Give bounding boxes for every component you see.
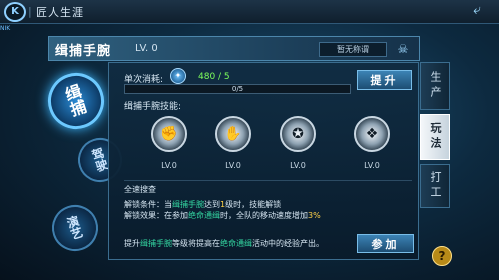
upgrade-hint: 提升缉捕手腕等级将提高在绝命通缉活动中的经验产出。: [124, 239, 324, 248]
help-button[interactable]: ?: [432, 246, 452, 266]
tab-production[interactable]: 生产: [420, 62, 450, 110]
tab-work[interactable]: 打工: [420, 164, 450, 208]
skill-level: LV. 0: [135, 43, 158, 54]
skill-slot-level: LV.0: [225, 161, 241, 170]
corner-tag: NIK: [0, 25, 11, 32]
page-title: 匠人生涯: [36, 6, 84, 19]
section-divider: [124, 180, 412, 181]
skill-name: 缉捕手腕: [55, 44, 112, 59]
fist-skill-icon: ✊: [151, 116, 187, 152]
skill-slot-level: LV.0: [161, 161, 177, 170]
hand-skill-icon: ✋: [215, 116, 251, 152]
gem-icon: ✦: [170, 68, 186, 84]
badge-skill-icon: ✪: [280, 116, 316, 152]
skill-detail-title: 全速搜查: [124, 185, 156, 194]
nav-item-perform[interactable]: 演艺: [46, 199, 104, 257]
title-separator: |: [28, 5, 32, 18]
skill-slot[interactable]: ❖ LV.0: [354, 116, 390, 176]
upgrade-button[interactable]: 提升: [357, 70, 412, 90]
nav-item-label: 演艺: [65, 213, 85, 243]
skill-slot[interactable]: ✪ LV.0: [280, 116, 316, 176]
progress-bar: 0/5: [124, 84, 351, 94]
question-icon: ?: [438, 249, 446, 263]
skills-label: 缉捕手腕技能:: [124, 102, 182, 112]
shield-skill-icon: ❖: [354, 116, 390, 152]
skill-slot-level: LV.0: [290, 161, 306, 170]
tab-gameplay[interactable]: 玩法: [420, 114, 450, 160]
unlock-effect: 解锁效果：在参加绝命通缉时，全队的移动速度增加3%: [124, 211, 321, 220]
back-arrow-icon: ⤶: [473, 2, 481, 18]
back-button[interactable]: ⤶: [461, 2, 493, 22]
panel-header: 缉捕手腕 LV. 0 暂无称谓 ☠: [48, 36, 420, 61]
title-badge[interactable]: 暂无称谓: [319, 42, 387, 57]
skill-slot-level: LV.0: [364, 161, 380, 170]
skill-slot[interactable]: ✊ LV.0: [151, 116, 187, 176]
progress-text: 0/5: [231, 85, 244, 93]
side-tabs: 生产 玩法 打工: [420, 62, 452, 210]
nav-item-catch[interactable]: 缉捕: [40, 65, 112, 137]
skull-emblem-icon: ☠: [397, 42, 409, 56]
cost-value: 480 / 5: [198, 72, 230, 82]
skill-slot[interactable]: ✋ LV.0: [215, 116, 251, 176]
unlock-condition: 解锁条件：当缉捕手腕达到1级时，技能解锁: [124, 200, 282, 209]
join-button[interactable]: 参加: [357, 234, 414, 253]
nav-item-label: 缉捕: [62, 81, 89, 120]
k-logo-icon: K: [4, 2, 26, 22]
top-bar: K | 匠人生涯 ⤶: [0, 0, 499, 24]
